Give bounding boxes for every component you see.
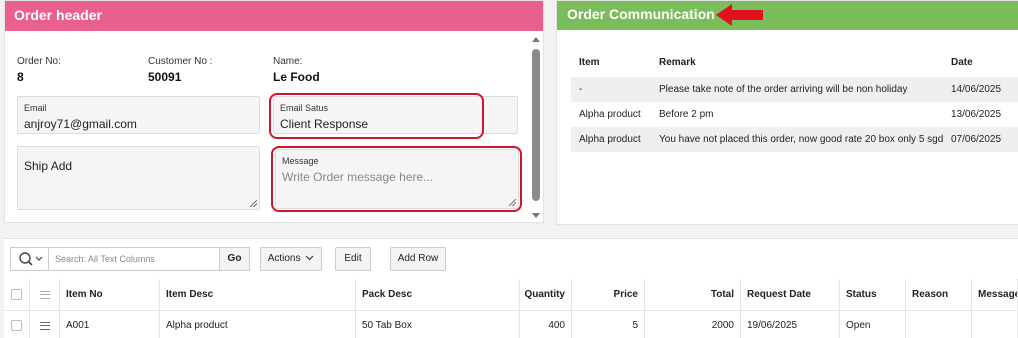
order-no-label: Order No: <box>17 56 61 67</box>
search-column-selector[interactable] <box>11 248 49 270</box>
row-item: Alpha product <box>579 134 641 145</box>
email-label: Email <box>24 103 47 113</box>
page: Order header Order No: 8 Customer No : 5… <box>0 0 1018 338</box>
order-header-panel: Order header Order No: 8 Customer No : 5… <box>4 0 544 223</box>
order-communication-panel: Order Communication Item Remark Date - P… <box>556 0 1018 225</box>
row-date: 14/06/2025 <box>951 84 1002 95</box>
row-actions-header <box>30 279 60 310</box>
actions-label: Actions <box>267 253 301 264</box>
cell-price[interactable]: 5 <box>572 311 645 338</box>
scroll-up-icon[interactable] <box>532 37 540 42</box>
cell-request-date[interactable]: 19/06/2025 <box>741 311 840 338</box>
add-row-button[interactable]: Add Row <box>390 247 446 271</box>
column-header-item-no[interactable]: Item No <box>60 279 160 310</box>
column-header-message[interactable]: Message <box>972 279 1018 310</box>
cell-pack-desc[interactable]: 50 Tab Box <box>356 311 520 338</box>
go-button[interactable]: Go <box>219 248 249 270</box>
grid-table: Item No Item Desc Pack Desc Quantity Pri… <box>4 279 1018 338</box>
communication-table: Item Remark Date - Please take note of t… <box>571 49 1018 152</box>
edit-button[interactable]: Edit <box>335 247 371 271</box>
table-row: A001 Alpha product 50 Tab Box 400 5 2000… <box>4 311 1018 338</box>
cell-status[interactable]: Open <box>840 311 906 338</box>
search-bar: Search: All Text Columns Go <box>10 247 250 271</box>
row-checkbox[interactable] <box>11 320 22 331</box>
row-date: 07/06/2025 <box>951 134 1002 145</box>
communication-header-row: Item Remark Date <box>571 49 1018 77</box>
order-communication-title: Order Communication <box>557 1 1018 30</box>
search-input[interactable]: Search: All Text Columns <box>55 254 155 264</box>
message-highlight <box>271 146 522 212</box>
ship-add-field[interactable]: Ship Add <box>17 146 260 210</box>
name-label: Name: <box>273 56 303 67</box>
row-item: Alpha product <box>579 109 641 120</box>
order-no-value: 8 <box>17 70 24 84</box>
row-item: - <box>579 84 583 95</box>
column-header-request-date[interactable]: Request Date <box>741 279 840 310</box>
search-icon <box>19 252 43 266</box>
column-header-date: Date <box>951 57 973 68</box>
row-checkbox-cell[interactable] <box>4 311 30 338</box>
name-value: Le Food <box>273 70 320 84</box>
communication-row: - Please take note of the order arriving… <box>571 77 1018 102</box>
row-menu-icon[interactable] <box>39 321 50 330</box>
select-all-checkbox-cell[interactable] <box>4 279 30 310</box>
column-header-item-desc[interactable]: Item Desc <box>160 279 356 310</box>
customer-no-label: Customer No : <box>148 56 213 67</box>
email-field[interactable]: Email anjroy71@gmail.com <box>17 96 260 134</box>
email-value: anjroy71@gmail.com <box>24 117 137 131</box>
scroll-down-icon[interactable] <box>532 213 540 218</box>
column-header-price[interactable]: Price <box>572 279 645 310</box>
select-all-checkbox[interactable] <box>11 289 22 300</box>
cell-total[interactable]: 2000 <box>645 311 741 338</box>
cell-message[interactable] <box>972 311 1018 338</box>
red-arrow-icon <box>716 4 763 26</box>
cell-quantity[interactable]: 400 <box>520 311 572 338</box>
row-date: 13/06/2025 <box>951 109 1002 120</box>
email-status-highlight <box>269 93 484 139</box>
scroll-thumb[interactable] <box>532 49 540 201</box>
order-header-title: Order header <box>5 1 543 31</box>
column-header-total[interactable]: Total <box>645 279 741 310</box>
grid-header-row: Item No Item Desc Pack Desc Quantity Pri… <box>4 279 1018 311</box>
ship-add-label: Ship Add <box>24 159 73 173</box>
resize-grip-icon[interactable] <box>250 200 257 207</box>
menu-icon <box>39 290 50 299</box>
communication-row: Alpha product You have not placed this o… <box>571 127 1018 152</box>
actions-button[interactable]: Actions <box>260 247 322 271</box>
column-header-item: Item <box>579 57 600 68</box>
column-header-pack-desc[interactable]: Pack Desc <box>356 279 520 310</box>
communication-row: Alpha product Before 2 pm 13/06/2025 <box>571 102 1018 127</box>
column-header-quantity[interactable]: Quantity <box>520 279 572 310</box>
row-remark: You have not placed this order, now good… <box>659 134 944 145</box>
cell-item-no[interactable]: A001 <box>60 311 160 338</box>
customer-no-value: 50091 <box>148 70 182 84</box>
row-actions-cell[interactable] <box>30 311 60 338</box>
order-lines-grid: Search: All Text Columns Go Actions Edit… <box>4 238 1018 338</box>
chevron-down-icon <box>305 255 314 261</box>
row-remark: Please take note of the order arriving w… <box>659 84 908 95</box>
cell-reason[interactable] <box>906 311 972 338</box>
cell-item-desc[interactable]: Alpha product <box>160 311 356 338</box>
column-header-remark: Remark <box>659 57 696 68</box>
scrollbar[interactable] <box>532 35 540 220</box>
column-header-status[interactable]: Status <box>840 279 906 310</box>
row-remark: Before 2 pm <box>659 109 714 120</box>
column-header-reason[interactable]: Reason <box>906 279 972 310</box>
